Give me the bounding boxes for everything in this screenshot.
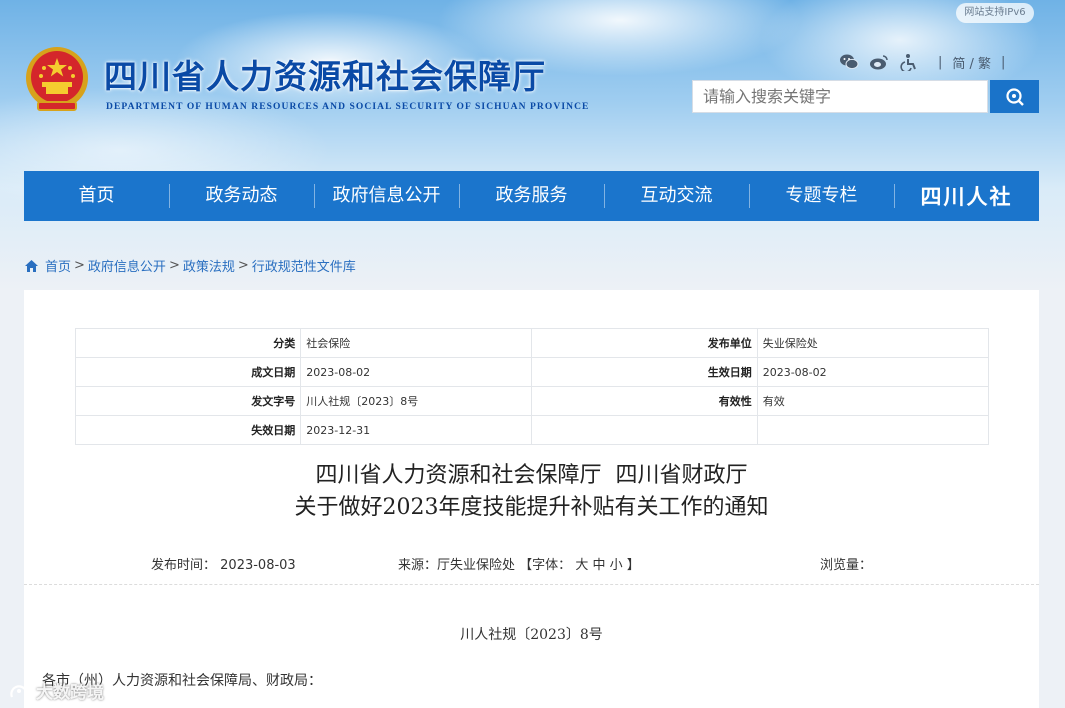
language-switch[interactable]: 简 / 繁: [952, 53, 991, 72]
document-title: 四川省人力资源和社会保障厅 四川省财政厅 关于做好2023年度技能提升补贴有关工…: [24, 460, 1039, 524]
meta-value: 社会保险: [300, 328, 533, 358]
meta-key: 有效性: [531, 386, 758, 416]
views-label: 浏览量：: [820, 558, 873, 573]
nav-item-info-disclosure[interactable]: 政府信息公开: [314, 171, 459, 221]
divider: [24, 584, 1039, 585]
source-label: 来源：: [398, 558, 438, 573]
document-title-line-2: 关于做好2023年度技能提升补贴有关工作的通知: [294, 495, 769, 520]
nav-logo-text: 四川人社: [920, 184, 1013, 209]
breadcrumb-separator: >: [237, 258, 249, 273]
header-background: [0, 0, 1065, 290]
breadcrumb-policy[interactable]: 政策法规: [183, 256, 235, 275]
accessibility-icon[interactable]: [898, 52, 920, 72]
main-nav: 首页 政务动态 政府信息公开 政务服务 互动交流 专题专栏 四川人社: [24, 171, 1039, 221]
meta-key: 失效日期: [74, 415, 302, 445]
meta-value: 失业保险处: [756, 328, 990, 358]
meta-key: 分类: [74, 328, 302, 358]
font-size-small-button[interactable]: 小: [610, 558, 623, 573]
search-button[interactable]: [990, 80, 1039, 113]
source-info: 来源：厅失业保险处 【字体： 大 中 小 】: [398, 554, 640, 573]
source-value: 厅失业保险处: [437, 558, 516, 573]
nav-item-topics[interactable]: 专题专栏: [749, 171, 894, 221]
breadcrumb: 首页 > 政府信息公开 > 政策法规 > 行政规范性文件库: [24, 256, 356, 275]
nav-item-home[interactable]: 首页: [24, 171, 169, 221]
meta-value: 2023-08-02: [756, 357, 990, 387]
publish-label: 发布时间：: [151, 558, 217, 573]
meta-value: 有效: [756, 386, 990, 416]
meta-value: 2023-08-02: [300, 357, 533, 387]
table-row: 分类 社会保险 发布单位 失业保险处: [74, 328, 990, 358]
views-info: 浏览量：: [820, 554, 872, 573]
divider: |: [938, 54, 943, 70]
meta-key: 发布单位: [531, 328, 758, 358]
font-size-label: 【字体：: [519, 558, 572, 573]
site-title: 四川省人力资源和社会保障厅: [104, 57, 546, 96]
watermark: 大数跨境: [8, 678, 104, 703]
national-emblem-icon: [26, 47, 88, 111]
breadcrumb-normative-docs[interactable]: 行政规范性文件库: [252, 256, 356, 275]
watermark-logo-icon: [10, 684, 28, 697]
search-icon: [1005, 87, 1024, 106]
search-input[interactable]: [692, 80, 988, 113]
document-title-line-1: 四川省人力资源和社会保障厅 四川省财政厅: [315, 463, 748, 488]
meta-key: 成文日期: [74, 357, 302, 387]
nav-item-services[interactable]: 政务服务: [459, 171, 604, 221]
content-panel: 分类 社会保险 发布单位 失业保险处 成文日期 2023-08-02 生效日期 …: [24, 290, 1039, 708]
font-size-medium-button[interactable]: 中: [592, 558, 605, 573]
font-size-large-button[interactable]: 大: [575, 558, 588, 573]
document-number: 川人社规〔2023〕8号: [460, 627, 603, 643]
nav-logo-sichuan-hrss[interactable]: 四川人社: [894, 171, 1039, 221]
font-size-close: 】: [626, 558, 640, 573]
meta-key: [531, 415, 758, 445]
document-meta-table: 分类 社会保险 发布单位 失业保险处 成文日期 2023-08-02 生效日期 …: [74, 328, 990, 445]
table-row: 成文日期 2023-08-02 生效日期 2023-08-02: [74, 357, 990, 387]
breadcrumb-separator: >: [168, 258, 180, 273]
divider: |: [1001, 54, 1006, 70]
meta-value: [756, 415, 990, 445]
publish-date: 2023-08-03: [220, 558, 296, 573]
meta-key: 生效日期: [531, 357, 758, 387]
meta-key: 发文字号: [74, 386, 302, 416]
breadcrumb-home[interactable]: 首页: [45, 256, 71, 275]
wechat-icon[interactable]: [838, 52, 860, 72]
ipv6-badge[interactable]: 网站支持IPv6: [956, 3, 1034, 23]
watermark-text: 大数跨境: [36, 683, 104, 703]
site-subtitle: DEPARTMENT OF HUMAN RESOURCES AND SOCIAL…: [106, 102, 590, 112]
breadcrumb-info-disclosure[interactable]: 政府信息公开: [88, 256, 166, 275]
weibo-icon[interactable]: [868, 52, 890, 72]
home-icon: [25, 259, 38, 272]
meta-value: 川人社规〔2023〕8号: [300, 386, 533, 416]
publish-info: 发布时间： 2023-08-03: [151, 554, 296, 573]
meta-value: 2023-12-31: [300, 415, 533, 445]
header-tools: | 简 / 繁 |: [838, 52, 1015, 72]
breadcrumb-separator: >: [74, 258, 85, 273]
nav-item-news[interactable]: 政务动态: [169, 171, 314, 221]
table-row: 失效日期 2023-12-31: [74, 415, 990, 445]
nav-item-interaction[interactable]: 互动交流: [604, 171, 749, 221]
table-row: 发文字号 川人社规〔2023〕8号 有效性 有效: [74, 386, 990, 416]
